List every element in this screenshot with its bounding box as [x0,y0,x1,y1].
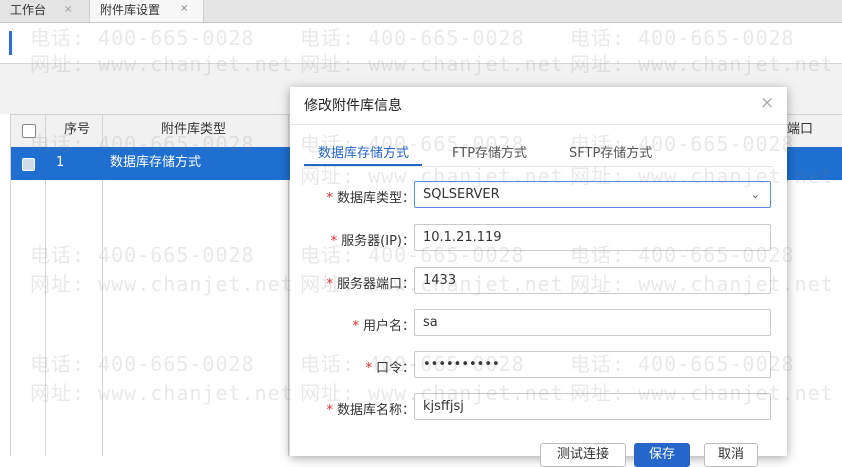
tab-workbench-close-icon[interactable]: × [64,0,72,20]
tab-workbench-label: 工作台 [10,3,47,17]
password-label: * 口令： [365,361,415,376]
required-marker: * [326,191,333,206]
server-ip-value: 10.1.21.119 [423,230,502,245]
section-marker [9,31,12,55]
row-index: 1 [56,155,65,170]
db-type-value: SQLSERVER [423,187,500,202]
header-index: 序号 [64,122,91,137]
dialog-divider [290,124,787,125]
required-marker: * [352,319,359,334]
username-label: * 用户名： [352,319,415,334]
username-value: sa [423,315,438,330]
row-library-type: 数据库存储方式 [110,155,202,170]
required-marker: * [326,403,333,418]
cancel-button[interactable]: 取消 [704,443,758,467]
tab-sftp-storage[interactable]: SFTP存储方式 [569,142,652,161]
server-ip-label: * 服务器(IP)： [330,234,415,249]
save-button[interactable]: 保存 [634,443,690,467]
tab-database-storage[interactable]: 数据库存储方式 [318,142,409,161]
server-ip-input[interactable]: 10.1.21.119 [414,224,771,251]
password-input[interactable]: •••••••••• [414,351,771,378]
password-value: •••••••••• [423,357,500,372]
select-all-checkbox[interactable] [22,124,36,138]
header-library-type: 附件库类型 [161,122,227,137]
db-type-select[interactable]: SQLSERVER ⌄ [414,181,771,208]
tab-divider [304,166,773,167]
required-marker: * [365,361,372,376]
edit-attachment-library-dialog: 修改附件库信息 × 数据库存储方式 FTP存储方式 SFTP存储方式 * 数据库类… [290,87,787,467]
tab-attachment-settings-label: 附件库设置 [100,3,161,17]
header-port: 端口 [787,122,814,137]
tab-ftp-storage[interactable]: FTP存储方式 [452,142,527,161]
server-port-value: 1433 [423,273,457,288]
tab-attachment-settings[interactable]: 附件库设置 × [89,0,204,22]
server-port-label: * 服务器端口： [326,277,415,292]
test-connection-button[interactable]: 测试连接 [540,443,626,467]
username-input[interactable]: sa [414,309,771,336]
db-name-label: * 数据库名称： [326,403,415,418]
db-name-input[interactable]: kjsffjsj [414,393,771,420]
dialog-close-icon[interactable]: × [760,93,774,113]
db-type-label: * 数据库类型： [326,191,415,206]
page-toolbar [0,23,842,64]
required-marker: * [330,234,338,249]
tab-bar: 工作台 × 附件库设置 × [0,0,842,23]
row-checkbox[interactable] [22,158,35,171]
tab-attachment-settings-close-icon[interactable]: × [180,0,188,19]
chevron-down-icon[interactable]: ⌄ [751,182,760,207]
required-marker: * [326,277,333,292]
dialog-title: 修改附件库信息 [304,98,402,114]
db-name-value: kjsffjsj [423,399,464,414]
tab-workbench[interactable]: 工作台 × [0,0,88,22]
server-port-input[interactable]: 1433 [414,267,771,294]
